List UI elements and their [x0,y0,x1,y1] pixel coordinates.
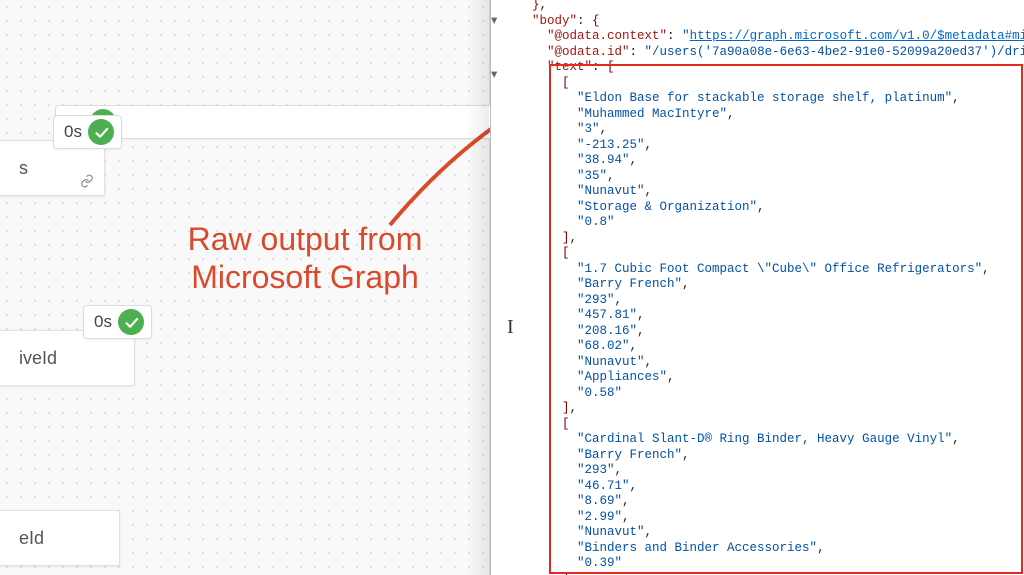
check-icon [118,309,144,335]
step-title: s [19,158,28,179]
link-icon [80,174,94,191]
step-duration: 0s [94,312,112,332]
check-icon [88,119,114,145]
flow-step-card[interactable]: eId [0,510,120,566]
step-duration: 0s [64,122,82,142]
text-cursor-icon: I [507,316,514,339]
flow-step-card[interactable]: s 0s [0,140,105,196]
annotation-text: Raw output from Microsoft Graph [140,220,470,297]
flow-step-card[interactable]: iveId 0s [0,330,135,386]
step-status-badge: 0s [83,305,152,339]
step-status-badge: 2s [55,105,507,139]
json-output-panel[interactable]: ▾ ▾ I }, "body": { "@odata.context": "ht… [490,0,1024,575]
flow-designer-canvas[interactable]: 2s s 0s iveId 0s eId [0,0,490,575]
step-status-badge: 0s [53,115,122,149]
step-title: eId [19,528,44,549]
fold-gutter: ▾ ▾ [491,0,503,575]
json-output[interactable]: }, "body": { "@odata.context": "https://… [517,0,1024,575]
step-title: iveId [19,348,57,369]
